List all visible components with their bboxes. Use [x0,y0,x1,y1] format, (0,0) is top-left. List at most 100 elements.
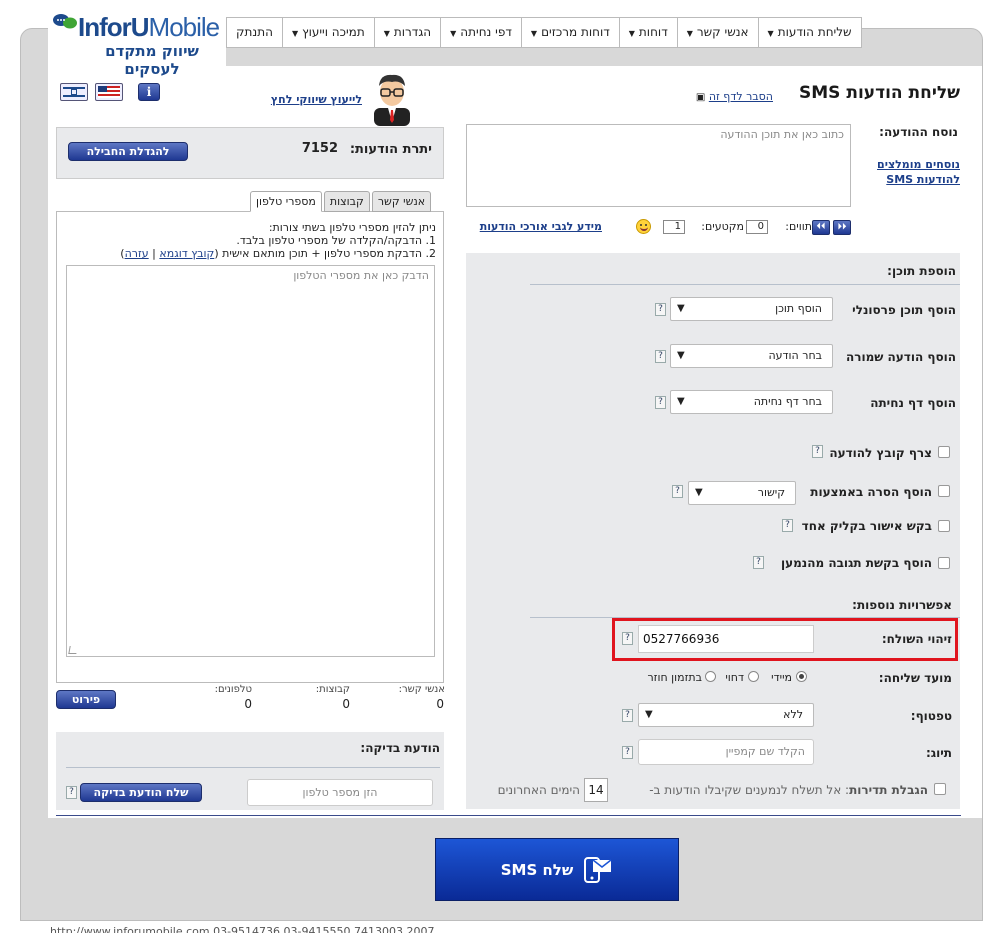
landing-page-select[interactable]: בחר דף נחיתה ▼ [670,390,833,414]
nav-item-4[interactable]: דפי נחיתה▼ [440,18,521,47]
removal-method-select[interactable]: קישור ▼ [688,481,796,505]
test-message-header: הודעת בדיקה: [360,741,440,755]
frequency-days-input[interactable]: 14 [584,778,608,802]
info-icon[interactable]: i [138,83,160,101]
confirm-click-label: בקש אישור בקליק אחד [801,519,932,533]
tag-label: תיוג: [925,746,952,760]
timing-delay-label: דחוי [725,671,744,684]
phones-textarea[interactable]: הדבק כאן את מספרי הטלפון [66,265,435,657]
help-icon[interactable]: ? [655,350,666,363]
content-header: הוספת תוכן: [887,264,956,278]
help-icon[interactable]: ? [655,303,666,316]
help-icon[interactable]: ? [622,746,633,759]
message-label: נוסח ההודעה: [879,125,958,139]
logo[interactable]: InforUMobile שיווק מתקדם לעסקים [48,10,226,78]
recipient-tabs: אנשי קשר קבוצות מספרי טלפון [248,191,432,212]
recommended-texts-link[interactable]: נוסחים מומלצים להודעות SMS [877,158,960,186]
chevron-down-icon: ▼ [677,396,685,407]
chevron-down-icon: ▼ [383,29,390,38]
saved-message-select[interactable]: בחר הודעה ▼ [670,344,833,368]
drip-label: טפטוף: [910,709,952,723]
segments-label: מקטעים: [701,220,744,233]
reply-request-label: הוסף בקשת תגובה מהנמען [780,556,932,570]
options-header: אפשרויות נוספות: [852,598,952,612]
campaign-tag-input[interactable]: הקלד שם קמפיין [638,739,814,765]
timing-now-radio[interactable] [796,671,807,682]
help-icon[interactable]: ? [622,709,633,722]
phones-line2: 2. הדבקת מספרי טלפון + תוכן מותאם אישית [222,247,436,260]
page-title: שליחת הודעות SMS [799,83,960,103]
saved-message-label: הוסף הודעה שמורה [846,350,956,364]
help-icon[interactable]: ? [622,632,633,645]
help-icon[interactable]: ? [672,485,683,498]
nav-item-0[interactable]: שליחת הודעות▼ [757,18,861,47]
add-removal-checkbox[interactable] [938,485,950,497]
message-textarea[interactable]: כתוב כאן את תוכן ההודעה [466,124,851,207]
groups-count-value: 0 [342,697,350,711]
nav-item-5[interactable]: הגדרות▼ [373,18,440,47]
help-icon[interactable]: ? [812,445,823,458]
sender-input[interactable]: 0527766936 [638,625,814,653]
personal-content-select[interactable]: הוסף תוכן ▼ [670,297,833,321]
nav-item-1[interactable]: אנשי קשר▼ [676,18,758,47]
chevron-down-icon: ▼ [628,29,635,38]
confirm-click-checkbox[interactable] [938,520,950,532]
timing-label: מועד שליחה: [878,671,952,685]
phones-intro: ניתן להזין מספרי טלפון בשתי צורות: [268,221,436,234]
direction-ltr-icon[interactable]: ⏵⏵ [833,220,851,235]
frequency-limit-text: : אל תשלח לנמענים שקיבלו הודעות ב- [649,783,850,797]
timing-recurring-radio[interactable] [705,671,716,682]
flag-israel-icon[interactable] [60,83,88,101]
test-phone-input[interactable]: הזן מספר טלפון [247,779,433,806]
chevron-down-icon: ▼ [450,29,457,38]
sample-file-link[interactable]: קובץ דוגמא [159,247,214,260]
help-icon[interactable]: ? [66,786,77,799]
frequency-days-suffix: הימים האחרונים [497,783,580,797]
chevron-down-icon: ▼ [686,29,693,38]
help-icon[interactable]: ? [655,396,666,409]
help-icon[interactable]: ? [782,519,793,532]
footer-text: http://www.inforumobile.com 03-9514736 0… [50,926,435,933]
flag-usa-icon[interactable] [95,83,123,101]
message-length-link[interactable]: מידע לגבי אורכי הודעות [480,220,602,233]
logo-tagline: שיווק מתקדם לעסקים [105,42,199,78]
chevron-down-icon: ▼ [291,29,299,38]
drip-select[interactable]: ללא ▼ [638,703,814,727]
nav-item-7[interactable]: התנתק [227,18,282,47]
phones-count-value: 0 [244,697,252,711]
timing-recurring-label: בתזמון חוזר [647,671,702,684]
print-icon: ▣ [695,92,706,103]
segments-count: 1 [663,220,685,234]
nav-item-3[interactable]: דוחות מרכזים▼ [520,18,619,47]
attach-file-checkbox[interactable] [938,446,950,458]
phones-help-link[interactable]: עזרה [125,247,149,260]
chars-count: 0 [746,220,768,234]
resize-handle-icon[interactable] [68,646,78,654]
tab-1[interactable]: קבוצות [323,191,370,212]
send-test-button[interactable]: שלח הודעת בדיקה [80,783,202,802]
chevron-down-icon: ▼ [530,29,538,38]
balance-label: יתרת הודעות: [349,142,432,157]
advisor-link[interactable]: לייעוץ שיווקי לחץ [271,93,362,106]
direction-rtl-icon[interactable]: ⏴⏴ [812,220,830,235]
contacts-count-value: 0 [436,697,444,711]
details-button[interactable]: פירוט [56,690,116,709]
send-sms-button[interactable]: שלח SMS [435,838,679,901]
nav-item-2[interactable]: דוחות▼ [618,18,677,47]
tab-2[interactable]: מספרי טלפון [250,191,322,212]
main-nav: שליחת הודעות▼ אנשי קשר▼ דוחות▼ דוחות מרכזים… [226,17,862,48]
message-placeholder: כתוב כאן את תוכן ההודעה [720,128,844,141]
advisor-avatar-icon[interactable] [366,70,418,126]
frequency-limit-label: הגבלת תדירות [849,783,928,797]
timing-now-label: מיידי [771,671,792,684]
tab-0[interactable]: אנשי קשר [371,191,432,212]
reply-request-checkbox[interactable] [938,557,950,569]
emoji-icon[interactable] [636,219,651,234]
upgrade-package-button[interactable]: להגדלת החבילה [68,142,188,161]
help-icon[interactable]: ? [753,556,764,569]
help-page-link[interactable]: הסבר לדף זה [709,90,773,103]
balance-value: 7152 [301,141,338,156]
timing-delay-radio[interactable] [748,671,759,682]
frequency-limit-checkbox[interactable] [934,783,946,795]
nav-item-6[interactable]: תמיכה וייעוץ▼ [281,18,374,47]
